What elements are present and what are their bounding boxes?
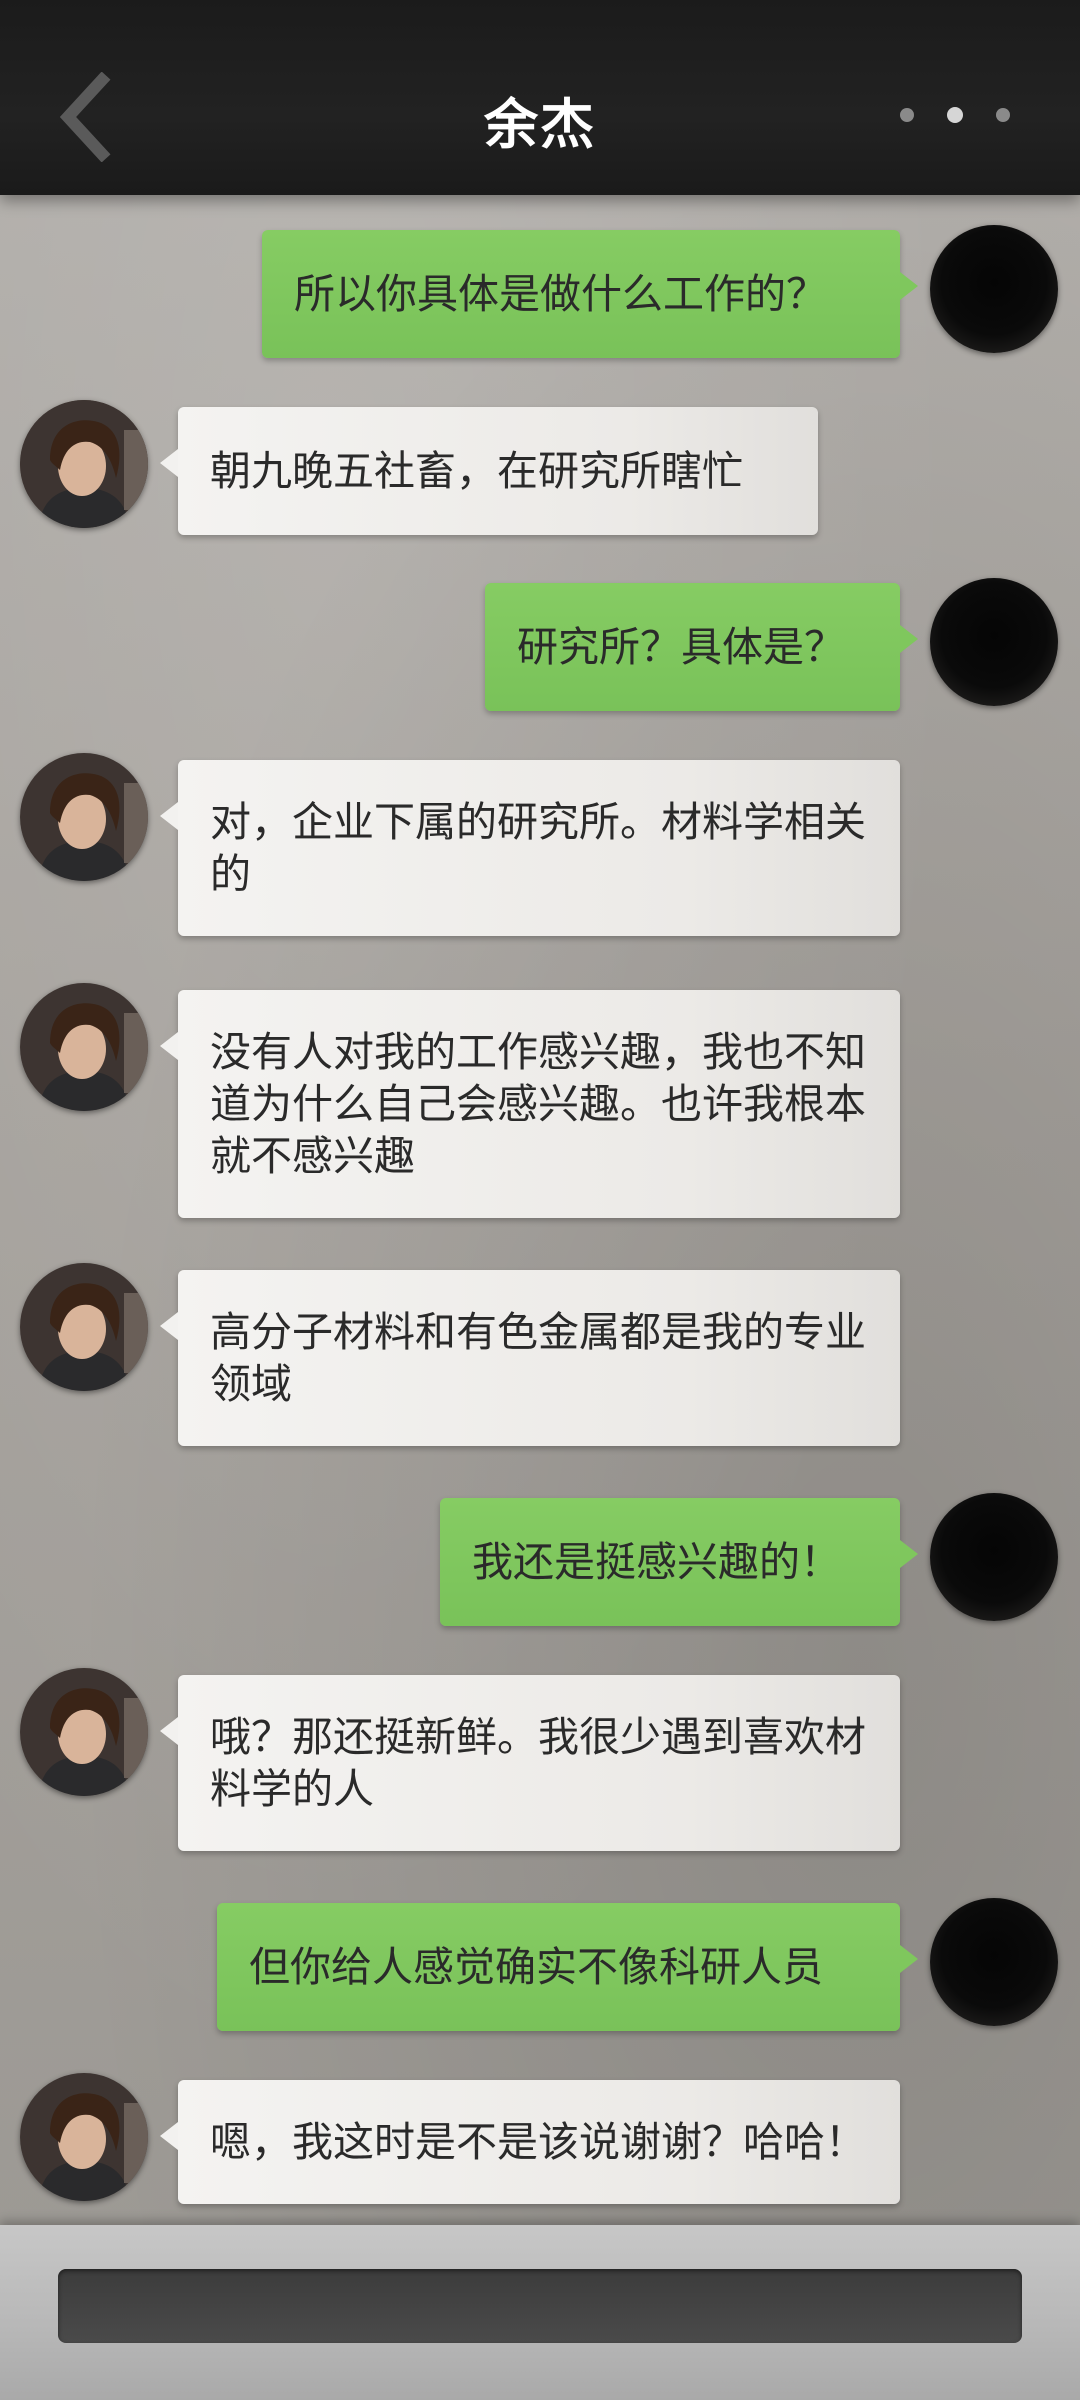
contact-avatar[interactable] <box>20 2073 148 2201</box>
top-bar: 余杰 <box>0 0 1080 195</box>
input-bar <box>0 2225 1080 2400</box>
more-button[interactable] <box>900 100 1010 130</box>
more-horizontal-icon <box>900 108 914 122</box>
message-list[interactable]: 所以你具体是做什么工作的？ 朝九晚五社畜，在研究所瞎忙 研究所？具体是？ 对，企… <box>0 195 1080 2225</box>
message-input[interactable] <box>58 2269 1022 2343</box>
message-incoming: 嗯，我这时是不是该说谢谢？哈哈！ <box>0 195 1080 2225</box>
more-horizontal-icon <box>947 107 963 123</box>
message-bubble[interactable]: 嗯，我这时是不是该说谢谢？哈哈！ <box>160 2080 900 2204</box>
more-horizontal-icon <box>996 108 1010 122</box>
message-text: 嗯，我这时是不是该说谢谢？哈哈！ <box>210 2118 866 2166</box>
